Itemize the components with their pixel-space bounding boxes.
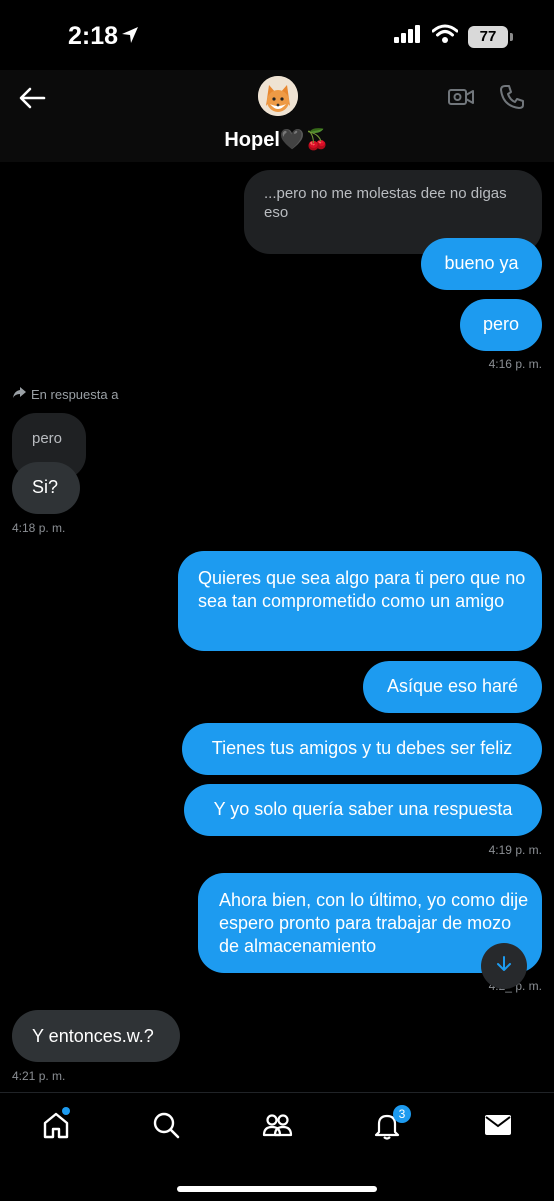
status-indicators: 77 bbox=[394, 24, 513, 49]
status-time: 2:18 bbox=[68, 22, 119, 50]
phone-icon[interactable] bbox=[499, 84, 525, 115]
envelope-icon bbox=[483, 1112, 513, 1143]
timestamp: 4:21 p. m. bbox=[12, 1069, 66, 1083]
message-bubble[interactable]: pero bbox=[460, 299, 542, 351]
message-bubble[interactable]: Y yo solo quería saber una respuesta bbox=[184, 784, 542, 836]
conversation-header: Hopel🖤🍒 bbox=[0, 70, 554, 162]
reply-indicator: En respuesta a bbox=[12, 386, 118, 402]
message-bubble[interactable]: Si? bbox=[12, 462, 80, 514]
unread-dot bbox=[62, 1107, 70, 1115]
timestamp: 4:16 p. m. bbox=[488, 357, 542, 371]
battery-icon: 77 bbox=[468, 25, 513, 48]
message-bubble[interactable]: bueno ya bbox=[421, 238, 542, 290]
signal-icon bbox=[394, 25, 422, 48]
bottom-tab-bar: 3 bbox=[0, 1092, 554, 1201]
scroll-down-button[interactable] bbox=[481, 943, 527, 989]
reply-label: En respuesta a bbox=[31, 386, 119, 402]
wifi-icon bbox=[431, 24, 459, 49]
reply-arrow-icon bbox=[12, 386, 27, 402]
tab-search[interactable] bbox=[146, 1107, 186, 1147]
tab-notifications[interactable]: 3 bbox=[367, 1105, 411, 1147]
video-camera-icon[interactable] bbox=[447, 84, 475, 115]
message-bubble[interactable]: Quieres que sea algo para ti pero que no… bbox=[178, 551, 542, 651]
tab-home[interactable] bbox=[36, 1107, 76, 1147]
message-bubble[interactable]: Asíque eso haré bbox=[363, 661, 542, 713]
location-arrow-icon bbox=[121, 26, 139, 49]
timestamp: 4:19 p. m. bbox=[488, 843, 542, 857]
notification-badge: 3 bbox=[393, 1105, 411, 1123]
search-icon bbox=[151, 1110, 181, 1145]
message-bubble[interactable]: Y entonces.w.? bbox=[12, 1010, 180, 1062]
message-bubble[interactable]: Tienes tus amigos y tu debes ser feliz bbox=[182, 723, 542, 775]
arrow-down-icon bbox=[495, 955, 513, 978]
avatar[interactable] bbox=[258, 76, 298, 116]
tab-communities[interactable] bbox=[257, 1107, 297, 1147]
people-icon bbox=[261, 1110, 293, 1145]
timestamp: 4:18 p. m. bbox=[12, 521, 66, 535]
home-indicator bbox=[177, 1186, 377, 1192]
tab-messages[interactable] bbox=[478, 1107, 518, 1147]
contact-name[interactable]: Hopel🖤🍒 bbox=[0, 127, 554, 152]
arrow-left-icon[interactable] bbox=[18, 86, 46, 115]
status-bar: 2:18 77 bbox=[0, 0, 554, 70]
